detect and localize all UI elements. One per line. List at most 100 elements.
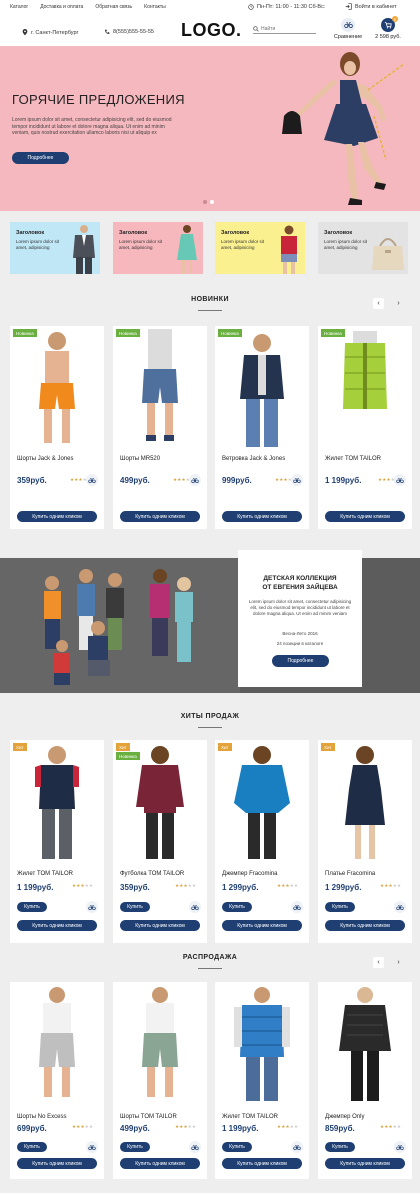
product-card[interactable]: НовинкаВетровка Jack & Jones999руб.★★★★★… (215, 326, 309, 529)
site-logo[interactable]: LOGO. (181, 20, 242, 41)
product-image[interactable] (220, 329, 304, 447)
product-image[interactable] (15, 743, 99, 861)
product-image[interactable] (323, 743, 407, 861)
sale-section-underline (198, 968, 222, 969)
product-card[interactable]: Хит Джемпер Fracomina 1 299руб. ★★★★★ Купить… (215, 740, 309, 943)
buy-one-click-button[interactable]: Купить одним кликом (120, 1158, 200, 1169)
buy-one-click-button[interactable]: Купить одним кликом (222, 511, 302, 522)
nav-link-catalog[interactable]: Каталог (10, 4, 28, 10)
product-image[interactable] (220, 743, 304, 861)
buy-button[interactable]: Купить (17, 902, 47, 912)
buy-one-click-button[interactable]: Купить одним кликом (17, 1158, 97, 1169)
product-card[interactable]: Шорты No Excess 699руб. ★★★★★ Купить Купить … (10, 982, 104, 1179)
buy-one-click-button[interactable]: Купить одним кликом (222, 920, 302, 931)
buy-one-click-button[interactable]: Купить одним кликом (222, 1158, 302, 1169)
compare-icon-wrap (341, 18, 355, 32)
compare-link[interactable]: Сравнение (328, 18, 368, 40)
product-image[interactable] (15, 329, 99, 447)
product-name[interactable]: Джемпер Fracomina (222, 871, 277, 877)
product-name[interactable]: Джемпер Only (325, 1114, 364, 1120)
new-next-arrow[interactable]: › (393, 298, 404, 309)
compare-icon[interactable] (394, 901, 406, 913)
product-name[interactable]: Шорты No Excess (17, 1114, 66, 1120)
product-card[interactable]: НовинкаШорты Jack & Jones359руб.★★★★★Куп… (10, 326, 104, 529)
product-card[interactable]: Джемпер Only 859руб. ★★★★★ Купить Купить одн… (318, 982, 412, 1179)
product-name[interactable]: Жилет TOM TAILOR (222, 1114, 278, 1120)
compare-icon[interactable] (394, 474, 406, 486)
product-image[interactable] (323, 329, 407, 447)
product-name[interactable]: Жилет TOM TAILOR (325, 456, 381, 462)
compare-icon[interactable] (86, 901, 98, 913)
promo-tile-3[interactable]: Заголовок Lorem ipsum dolor sit amet, ad… (215, 222, 305, 274)
buy-one-click-button[interactable]: Купить одним кликом (17, 920, 97, 931)
product-card[interactable]: Хит Новинка Футболка TOM TAILOR 359руб. ★★★★… (113, 740, 207, 943)
buy-one-click-button[interactable]: Купить одним кликом (325, 920, 405, 931)
product-name[interactable]: Платье Fracomina (325, 871, 375, 877)
sale-prev-arrow[interactable]: ‹ (373, 957, 384, 968)
compare-icon[interactable] (394, 1141, 406, 1153)
buy-button[interactable]: Купить (222, 1142, 252, 1152)
product-card[interactable]: Хит Платье Fracomina 1 299руб. ★★★★★ Купить К… (318, 740, 412, 943)
search-icon[interactable] (253, 25, 259, 32)
buy-one-click-button[interactable]: Купить одним кликом (120, 511, 200, 522)
slider-dot-2[interactable] (210, 200, 214, 204)
promo-kid-image (281, 225, 297, 274)
product-image[interactable] (220, 985, 304, 1103)
product-image[interactable] (15, 985, 99, 1103)
promo-tile-4[interactable]: Заголовок Lorem ipsum dolor sit amet, ad… (318, 222, 408, 274)
compare-icon[interactable] (189, 474, 201, 486)
buy-button[interactable]: Купить (17, 1142, 47, 1152)
product-image[interactable] (118, 743, 202, 861)
new-prev-arrow[interactable]: ‹ (373, 298, 384, 309)
promo-tile-2[interactable]: Заголовок Lorem ipsum dolor sit amet, ad… (113, 222, 203, 274)
product-card[interactable]: Жилет TOM TAILOR 1 199руб. ★★★★★ Купить Купи… (215, 982, 309, 1179)
product-card[interactable]: НовинкаЖилет TOM TAILOR1 199руб.★★★★★Куп… (318, 326, 412, 529)
sale-next-arrow[interactable]: › (393, 957, 404, 968)
product-card[interactable]: Хит Жилет TOM TAILOR 1 199руб. ★★★★★ Купить К… (10, 740, 104, 943)
hero-details-button[interactable]: Подробнее (12, 152, 69, 164)
product-card[interactable]: Шорты TOM TAILOR 499руб. ★★★★★ Купить Купить… (113, 982, 207, 1179)
phone-number[interactable]: 8(555)555-55-55 (104, 29, 154, 35)
cart-link[interactable]: 0 2 598 руб. (368, 16, 408, 40)
product-name[interactable]: Футболка TOM TAILOR (120, 871, 184, 877)
buy-one-click-button[interactable]: Купить одним кликом (120, 920, 200, 931)
login-icon (345, 3, 352, 10)
buy-button[interactable]: Купить (325, 902, 355, 912)
compare-icon[interactable] (291, 901, 303, 913)
compare-icon[interactable] (86, 1141, 98, 1153)
city-selector[interactable]: г. Санкт-Петербург (22, 29, 79, 36)
buy-button[interactable]: Купить (325, 1142, 355, 1152)
buy-button[interactable]: Купить (120, 1142, 150, 1152)
product-price: 359руб. (17, 476, 47, 485)
buy-one-click-button[interactable]: Купить одним кликом (17, 511, 97, 522)
buy-one-click-button[interactable]: Купить одним кликом (325, 511, 405, 522)
kids-details-button[interactable]: Подробнее (272, 655, 329, 667)
product-image[interactable] (118, 985, 202, 1103)
product-card[interactable]: НовинкаШорты MR520499руб.★★★★★Купить одн… (113, 326, 207, 529)
product-name[interactable]: Шорты TOM TAILOR (120, 1114, 177, 1120)
product-price: 859руб. (325, 1124, 355, 1133)
nav-link-contacts[interactable]: Контакты (144, 4, 166, 10)
login-link[interactable]: Войти в кабинет (345, 3, 397, 10)
promo-text: Lorem ipsum dolor sit amet, adipisicing (324, 239, 368, 250)
compare-icon[interactable] (189, 1141, 201, 1153)
search-input[interactable] (261, 25, 313, 32)
product-name[interactable]: Шорты MR520 (120, 456, 160, 462)
buy-button[interactable]: Купить (120, 902, 150, 912)
buy-button[interactable]: Купить (222, 902, 252, 912)
product-name[interactable]: Шорты Jack & Jones (17, 456, 73, 462)
buy-one-click-button[interactable]: Купить одним кликом (325, 1158, 405, 1169)
promo-tile-1[interactable]: Заголовок Lorem ipsum dolor sit amet, ad… (10, 222, 100, 274)
compare-icon[interactable] (86, 474, 98, 486)
compare-icon[interactable] (189, 901, 201, 913)
nav-link-feedback[interactable]: Обратная связь (95, 4, 132, 10)
compare-icon[interactable] (291, 1141, 303, 1153)
product-image[interactable] (323, 985, 407, 1103)
product-name[interactable]: Жилет TOM TAILOR (17, 871, 73, 877)
product-name[interactable]: Ветровка Jack & Jones (222, 456, 285, 462)
nav-link-delivery[interactable]: Доставка и оплата (40, 4, 83, 10)
compare-icon[interactable] (291, 474, 303, 486)
slider-dot-1[interactable] (203, 200, 207, 204)
product-image[interactable] (118, 329, 202, 447)
promo-title: Заголовок (324, 230, 353, 236)
